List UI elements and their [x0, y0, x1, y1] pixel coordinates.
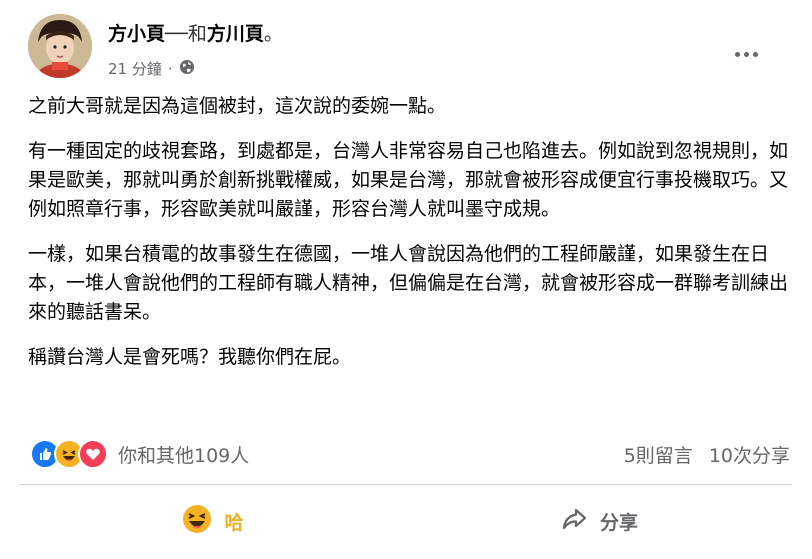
more-options-button[interactable] — [730, 44, 762, 64]
tagged-name[interactable]: 方川頁 — [207, 23, 264, 45]
share-label: 分享 — [599, 511, 638, 534]
reaction-icons[interactable] — [30, 439, 108, 469]
post-paragraph: 有一種固定的歧視套路，到處都是，台灣人非常容易自己也陷進去。例如說到忽視規則，如… — [28, 140, 789, 220]
post-header: 方小頁──和方川頁。 21 分鐘 · — [28, 14, 792, 84]
post-meta: 21 分鐘 · — [108, 58, 195, 79]
reactions-bar: 你和其他109人 5則留言 10次分享 — [30, 436, 790, 472]
post-stats: 5則留言 10次分享 — [624, 441, 790, 468]
dot-icon — [743, 51, 749, 57]
love-icon — [78, 439, 108, 469]
globe-icon — [179, 59, 195, 79]
author-line: 方小頁──和方川頁。 — [108, 22, 283, 46]
post-body: 之前大哥就是因為這個被封，這次說的委婉一點。 有一種固定的歧視套路，到處都是，台… — [28, 92, 788, 388]
react-button[interactable]: 哈 — [20, 492, 406, 550]
react-label: 哈 — [224, 511, 244, 534]
post-time[interactable]: 21 分鐘 — [108, 58, 162, 79]
haha-icon — [182, 504, 212, 539]
dot-icon — [752, 51, 758, 57]
dot-icon — [734, 51, 740, 57]
author-avatar[interactable] — [28, 14, 92, 78]
share-icon — [560, 505, 588, 538]
author-name[interactable]: 方小頁 — [108, 23, 165, 45]
comments-count[interactable]: 5則留言 — [624, 441, 693, 468]
share-button[interactable]: 分享 — [406, 492, 792, 550]
post-paragraph: 之前大哥就是因為這個被封，這次說的委婉一點。 — [28, 95, 447, 117]
reaction-summary[interactable]: 你和其他109人 — [118, 441, 249, 468]
post-actions: 哈 分享 — [20, 492, 792, 550]
meta-dot: · — [167, 59, 173, 78]
tag-separator: ──和 — [165, 23, 207, 45]
divider — [20, 484, 792, 485]
shares-count[interactable]: 10次分享 — [709, 441, 790, 468]
post-paragraph: 稱讚台灣人是會死嗎？我聽你們在屁。 — [28, 346, 352, 368]
name-end-mark: 。 — [263, 23, 283, 45]
post-paragraph: 一樣，如果台積電的故事發生在德國，一堆人會說因為他們的工程師嚴謹，如果發生在日本… — [28, 243, 789, 323]
